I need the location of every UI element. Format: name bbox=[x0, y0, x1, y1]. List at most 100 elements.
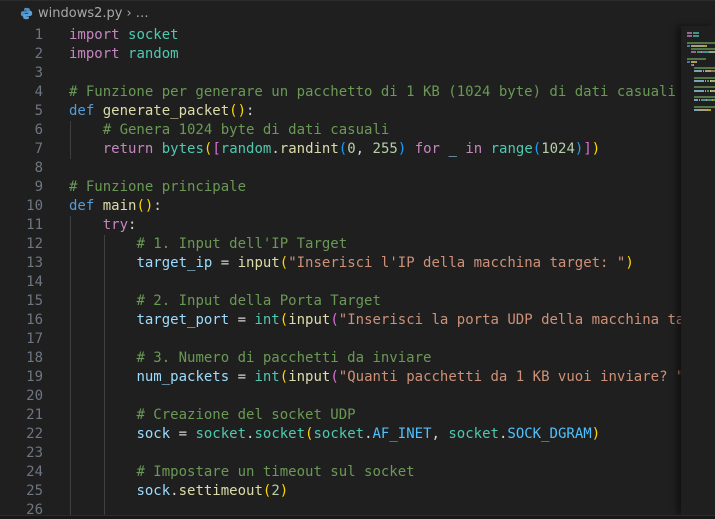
code-token: 0 bbox=[347, 141, 355, 157]
line-number: 16 bbox=[0, 311, 43, 330]
code-line[interactable]: 13 target_ip = input("Inserisci l'IP del… bbox=[0, 254, 681, 273]
code-token: 1024 bbox=[541, 141, 575, 157]
code-line[interactable]: 25 sock.settimeout(2) bbox=[0, 482, 681, 501]
code-line[interactable]: 26 bbox=[0, 501, 681, 515]
code-line[interactable]: 3 bbox=[0, 64, 681, 83]
code-token: # 3. Numero di pacchetti da inviare bbox=[136, 350, 431, 366]
minimap-mark bbox=[691, 51, 696, 53]
code-token bbox=[69, 369, 136, 385]
code-token bbox=[120, 27, 128, 43]
code-line[interactable]: 12 # 1. Input dell'IP Target bbox=[0, 235, 681, 254]
code-line[interactable]: 16 target_port = int(input("Inserisci la… bbox=[0, 311, 681, 330]
minimap-mark bbox=[687, 61, 690, 63]
code-line[interactable]: 11 try: bbox=[0, 216, 681, 235]
code-editor[interactable]: 1import socket2import random34# Funzione… bbox=[0, 26, 681, 515]
minimap-mark bbox=[696, 61, 697, 63]
code-token: _ bbox=[448, 141, 456, 157]
breadcrumb-symbols[interactable]: … bbox=[136, 6, 149, 21]
breadcrumb-separator: › bbox=[126, 6, 131, 21]
minimap-mark bbox=[687, 58, 706, 60]
line-number: 7 bbox=[0, 140, 43, 159]
code-token: int bbox=[254, 312, 279, 328]
line-content: def generate_packet(): bbox=[69, 102, 254, 121]
code-token: num_packets bbox=[136, 369, 229, 385]
minimap-mark bbox=[699, 109, 708, 111]
code-line[interactable]: 21 # Creazione del socket UDP bbox=[0, 406, 681, 425]
code-token: random bbox=[221, 141, 272, 157]
code-token bbox=[69, 407, 136, 423]
minimap-mark bbox=[694, 67, 715, 69]
code-line[interactable]: 7 return bytes([random.randint(0, 255) f… bbox=[0, 140, 681, 159]
line-number: 22 bbox=[0, 425, 43, 444]
line-number: 17 bbox=[0, 330, 43, 349]
minimap-mark bbox=[693, 35, 698, 37]
code-token: socket bbox=[195, 426, 246, 442]
panel-border bbox=[0, 515, 715, 519]
minimap-mark bbox=[694, 80, 704, 82]
code-line[interactable]: 6 # Genera 1024 byte di dati casuali bbox=[0, 121, 681, 140]
code-token: . bbox=[271, 141, 279, 157]
code-token: in bbox=[465, 141, 482, 157]
line-content: sock.settimeout(2) bbox=[69, 482, 288, 501]
minimap-mark bbox=[687, 42, 715, 44]
code-line[interactable]: 2import random bbox=[0, 45, 681, 64]
line-content: # Impostare un timeout sul socket bbox=[69, 463, 415, 482]
line-content: sock = socket.socket(socket.AF_INET, soc… bbox=[69, 425, 600, 444]
code-token: : bbox=[246, 103, 254, 119]
code-token: = bbox=[229, 369, 254, 385]
code-line[interactable]: 20 bbox=[0, 387, 681, 406]
breadcrumb-file[interactable]: windows2.py bbox=[38, 6, 122, 21]
minimap[interactable] bbox=[681, 26, 715, 515]
code-line[interactable]: 18 # 3. Numero di pacchetti da inviare bbox=[0, 349, 681, 368]
code-line[interactable]: 22 sock = socket.socket(socket.AF_INET, … bbox=[0, 425, 681, 444]
line-number: 15 bbox=[0, 292, 43, 311]
code-token: range bbox=[491, 141, 533, 157]
minimap-mark bbox=[694, 77, 715, 79]
code-token: [ bbox=[212, 141, 220, 157]
code-token bbox=[120, 46, 128, 62]
code-line[interactable]: 23 bbox=[0, 444, 681, 463]
code-token: try bbox=[103, 217, 128, 233]
code-line[interactable]: 4# Funzione per generare un pacchetto di… bbox=[0, 83, 681, 102]
minimap-mark bbox=[694, 90, 704, 92]
code-token: sock bbox=[136, 483, 170, 499]
line-content: # Creazione del socket UDP bbox=[69, 406, 356, 425]
code-token bbox=[69, 464, 136, 480]
code-token: def bbox=[69, 198, 94, 214]
code-line[interactable]: 1import socket bbox=[0, 26, 681, 45]
line-content: target_port = int(input("Inserisci la po… bbox=[69, 311, 681, 330]
line-number: 6 bbox=[0, 121, 43, 140]
code-token: generate_packet bbox=[103, 103, 229, 119]
code-token: # Funzione per generare un pacchetto di … bbox=[69, 84, 676, 100]
minimap-mark bbox=[687, 35, 692, 37]
code-line[interactable]: 15 # 2. Input della Porta Target bbox=[0, 292, 681, 311]
code-token: : bbox=[128, 217, 136, 233]
minimap-mark bbox=[710, 51, 715, 53]
line-number: 24 bbox=[0, 463, 43, 482]
code-line[interactable]: 5def generate_packet(): bbox=[0, 102, 681, 121]
line-number: 3 bbox=[0, 64, 43, 83]
code-line[interactable]: 19 num_packets = int(input("Quanti pacch… bbox=[0, 368, 681, 387]
code-line[interactable]: 8 bbox=[0, 159, 681, 178]
code-token: ( bbox=[280, 255, 288, 271]
code-token: = bbox=[170, 426, 195, 442]
code-token bbox=[69, 122, 103, 138]
line-content: try: bbox=[69, 216, 136, 235]
code-line[interactable]: 9# Funzione principale bbox=[0, 178, 681, 197]
code-token bbox=[69, 217, 103, 233]
code-token: # 1. Input dell'IP Target bbox=[136, 236, 347, 252]
code-token: () bbox=[229, 103, 246, 119]
code-token: random bbox=[128, 46, 179, 62]
line-number: 8 bbox=[0, 159, 43, 178]
code-line[interactable]: 14 bbox=[0, 273, 681, 292]
code-token: ) bbox=[280, 483, 288, 499]
minimap-mark bbox=[710, 70, 715, 72]
breadcrumb: windows2.py › … bbox=[20, 6, 149, 21]
code-line[interactable]: 10def main(): bbox=[0, 197, 681, 216]
code-token: "Quanti pacchetti da 1 KB vuoi inviare? … bbox=[339, 369, 681, 385]
line-number: 14 bbox=[0, 273, 43, 292]
code-token: socket bbox=[448, 426, 499, 442]
code-line[interactable]: 24 # Impostare un timeout sul socket bbox=[0, 463, 681, 482]
code-token: def bbox=[69, 103, 94, 119]
code-line[interactable]: 17 bbox=[0, 330, 681, 349]
